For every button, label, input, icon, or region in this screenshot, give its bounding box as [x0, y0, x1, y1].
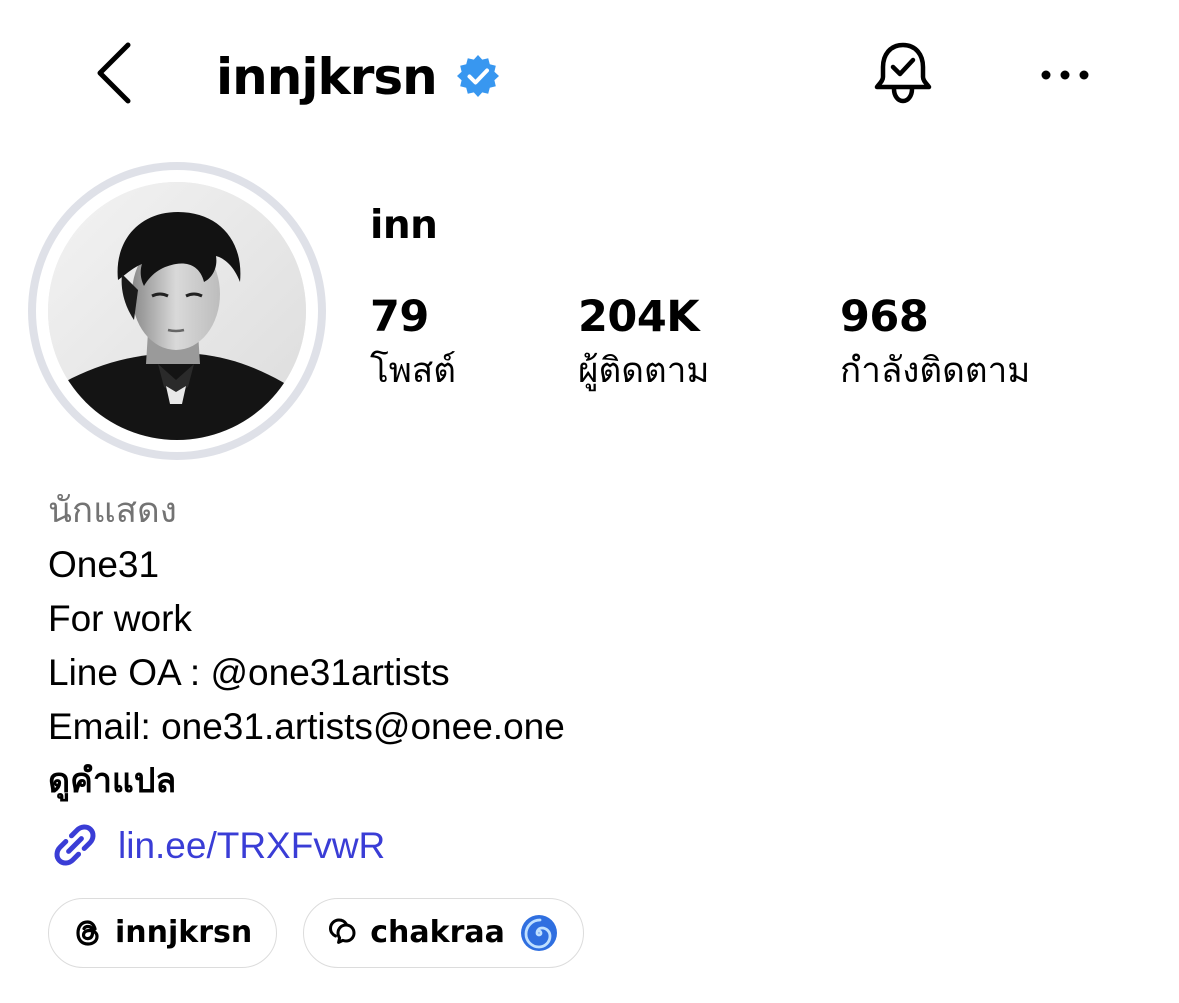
bio-category: นักแสดง — [48, 491, 177, 531]
bell-check-icon — [871, 39, 935, 111]
stat-value: 968 — [840, 292, 929, 342]
stat-label: กำลังติดตาม — [840, 351, 1031, 391]
threads-icon — [71, 916, 105, 950]
chevron-left-icon — [94, 41, 134, 109]
username-title: innjkrsn — [216, 48, 438, 106]
bio-line: Line OA : @one31artists — [48, 652, 450, 693]
cyclone-emoji-icon — [519, 913, 559, 953]
stat-label: ผู้ติดตาม — [578, 351, 710, 391]
profile-bio: นักแสดง One31 For work Line OA : @one31a… — [48, 484, 1148, 880]
stat-posts[interactable]: 79 โพสต์ — [370, 296, 578, 389]
display-name: inn — [370, 203, 438, 248]
profile-photo — [48, 182, 306, 440]
stat-value: 79 — [370, 292, 429, 342]
channel-name: chakraa — [370, 915, 505, 950]
threads-username: innjkrsn — [115, 915, 253, 950]
stat-label: โพสต์ — [370, 351, 456, 391]
bio-link-text: lin.ee/TRXFvwR — [118, 824, 386, 866]
bio-line: For work — [48, 598, 192, 639]
stat-followers[interactable]: 204K ผู้ติดตาม — [578, 296, 840, 389]
notifications-button[interactable] — [866, 36, 940, 114]
verified-badge-icon — [453, 52, 503, 102]
profile-stats: 79 โพสต์ 204K ผู้ติดตาม 968 กำลังติดตาม — [370, 296, 1080, 389]
bio-line: Email: one31.artists@onee.one — [48, 706, 565, 747]
see-translation-link[interactable]: ดูคำแปล — [48, 754, 1148, 808]
back-button[interactable] — [82, 40, 146, 110]
more-horizontal-icon — [1040, 66, 1090, 85]
channel-button[interactable]: chakraa — [303, 898, 584, 968]
more-options-button[interactable] — [1030, 48, 1100, 102]
threads-profile-button[interactable]: innjkrsn — [48, 898, 278, 968]
bio-line: One31 — [48, 544, 160, 585]
stat-value: 204K — [578, 292, 700, 342]
chat-bubbles-icon — [326, 916, 360, 950]
link-icon — [48, 818, 102, 872]
avatar-frame — [36, 170, 318, 452]
profile-pills: innjkrsn chakraa — [48, 898, 610, 968]
avatar — [48, 182, 306, 440]
header-title: innjkrsn — [216, 42, 503, 112]
stat-following[interactable]: 968 กำลังติดตาม — [840, 296, 1080, 389]
avatar-story-ring[interactable] — [28, 162, 326, 460]
profile-header: innjkrsn — [0, 0, 1179, 150]
bio-link[interactable]: lin.ee/TRXFvwR — [48, 810, 1148, 880]
